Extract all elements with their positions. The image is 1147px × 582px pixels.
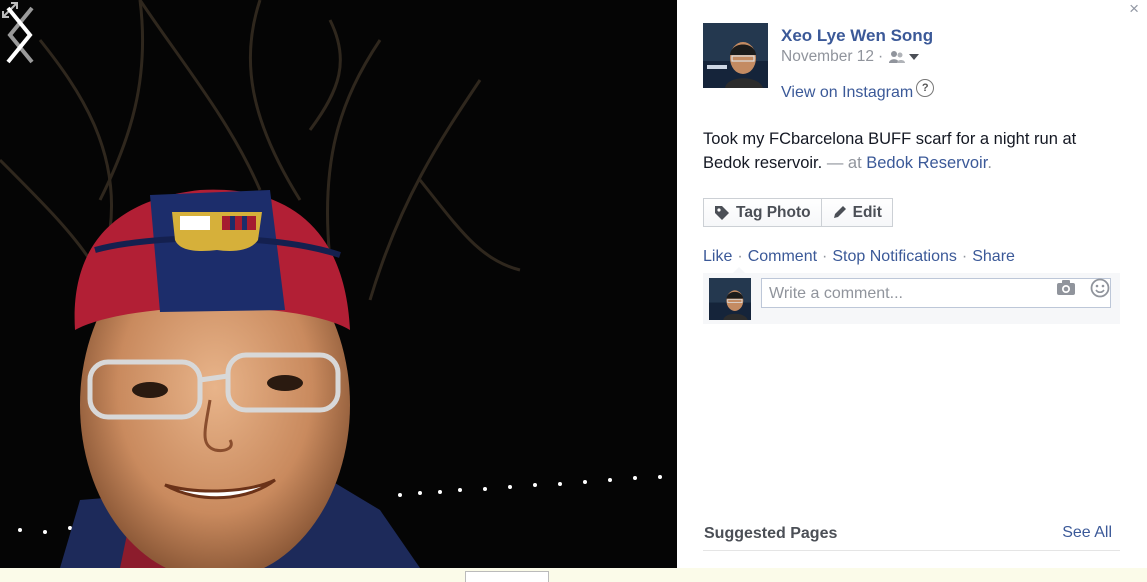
share-link[interactable]: Share xyxy=(972,248,1015,265)
bottom-tab[interactable] xyxy=(465,571,549,582)
chevron-right-icon[interactable] xyxy=(0,0,40,70)
help-icon[interactable]: ? xyxy=(916,79,935,97)
commenter-avatar[interactable] xyxy=(709,278,751,320)
post-meta: November 12 · xyxy=(781,48,920,66)
comment-composer: Write a comment... xyxy=(703,267,1120,324)
tag-icon xyxy=(715,205,729,220)
close-button[interactable]: × xyxy=(1129,0,1139,18)
edit-label: Edit xyxy=(852,203,882,221)
suggested-pages-header: Suggested Pages See All xyxy=(703,522,1120,551)
action-separator: · xyxy=(961,248,968,265)
like-link[interactable]: Like xyxy=(703,248,732,265)
post-caption: Took my FCbarcelona BUFF scarf for a nig… xyxy=(703,127,1123,175)
meta-separator: · xyxy=(878,48,884,65)
author-avatar[interactable] xyxy=(703,23,768,88)
view-on-instagram-link[interactable]: View on Instagram ? xyxy=(781,79,935,102)
stop-notifications-link[interactable]: Stop Notifications xyxy=(832,248,957,265)
action-separator: · xyxy=(737,248,743,265)
author-name[interactable]: Xeo Lye Wen Song xyxy=(781,26,933,46)
place-link[interactable]: Bedok Reservoir xyxy=(866,154,987,172)
suggested-pages-title: Suggested Pages xyxy=(704,525,838,542)
post-date[interactable]: November 12 xyxy=(781,48,874,66)
tag-photo-button[interactable]: Tag Photo xyxy=(703,198,822,227)
see-all-link[interactable]: See All xyxy=(1062,524,1112,542)
caption-period: . xyxy=(987,154,992,172)
tag-photo-label: Tag Photo xyxy=(736,203,811,221)
action-separator: · xyxy=(822,248,828,265)
edit-button[interactable]: Edit xyxy=(821,198,893,227)
camera-icon[interactable] xyxy=(1056,279,1076,297)
post-sidebar: × Xeo Lye Wen Song November 12 · View on… xyxy=(677,0,1147,568)
avatar-image xyxy=(703,23,768,88)
avatar-image xyxy=(709,278,751,320)
comment-link[interactable]: Comment xyxy=(748,248,817,265)
photo-actions: Tag Photo Edit xyxy=(703,198,893,227)
post-actions: Like · Comment · Stop Notifications · Share xyxy=(703,248,1015,266)
pencil-icon xyxy=(833,206,846,218)
friends-icon xyxy=(889,51,906,63)
photo-image xyxy=(0,0,677,568)
caption-at: — at xyxy=(822,154,867,172)
smile-icon[interactable] xyxy=(1090,278,1110,298)
photo-viewer[interactable] xyxy=(0,0,677,568)
caret-down-icon xyxy=(909,54,920,60)
audience-selector[interactable] xyxy=(889,50,920,64)
view-on-instagram-label: View on Instagram xyxy=(781,84,914,101)
